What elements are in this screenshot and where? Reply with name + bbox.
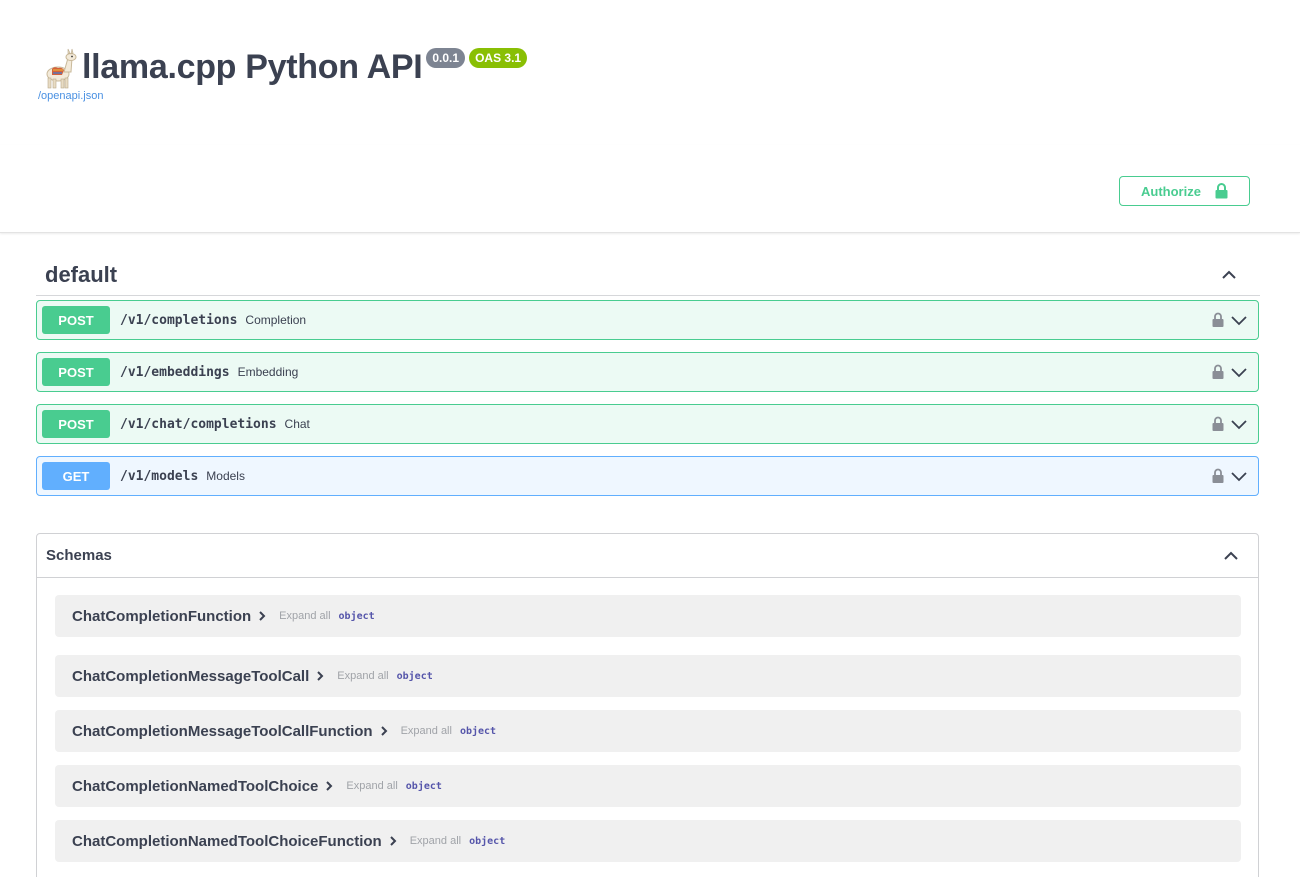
- page-title: llama.cpp Python API: [82, 48, 423, 86]
- operation-post-completions[interactable]: POST /v1/completions Completion: [36, 300, 1259, 340]
- operation-summary: Models: [206, 469, 245, 483]
- method-badge: POST: [42, 410, 110, 438]
- tag-title: default: [45, 261, 118, 287]
- tag-section-header[interactable]: default: [36, 254, 1260, 296]
- schema-name: ChatCompletionNamedToolChoiceFunction: [72, 832, 382, 850]
- lock-icon[interactable]: [1212, 312, 1224, 328]
- operation-path: /v1/embeddings: [120, 364, 230, 380]
- operation-summary: Completion: [245, 313, 307, 327]
- schema-type: object: [469, 835, 506, 847]
- schema-item[interactable]: ChatCompletionNamedToolChoice Expand all…: [55, 765, 1241, 807]
- schema-item[interactable]: ChatCompletionMessageToolCallFunction Ex…: [55, 710, 1241, 752]
- chevron-down-icon[interactable]: [1230, 415, 1248, 433]
- operation-post-chat-completions[interactable]: POST /v1/chat/completions Chat: [36, 404, 1259, 444]
- schemas-header[interactable]: Schemas: [37, 534, 1258, 578]
- operation-summary: Chat: [284, 417, 310, 431]
- chevron-right-icon[interactable]: [388, 835, 398, 847]
- operation-path: /v1/models: [120, 468, 199, 484]
- authorize-label: Authorize: [1141, 183, 1201, 199]
- schema-type: object: [459, 725, 497, 737]
- schemas-section: Schemas ChatCompletionFunction Expand al…: [36, 533, 1259, 877]
- chevron-right-icon[interactable]: [324, 780, 334, 792]
- chevron-right-icon[interactable]: [379, 725, 389, 737]
- schema-item[interactable]: ChatCompletionMessageToolCall Expand all…: [55, 655, 1241, 697]
- method-badge: POST: [42, 306, 110, 334]
- method-badge: GET: [42, 462, 110, 490]
- schema-item[interactable]: ChatCompletionNamedToolChoiceFunction Ex…: [55, 820, 1241, 862]
- scheme-container: [0, 145, 1300, 233]
- operation-path: /v1/completions: [120, 312, 238, 328]
- llama-icon: [46, 48, 77, 89]
- lock-icon: [1215, 183, 1228, 199]
- expand-all-toggle[interactable]: Expand all: [279, 610, 330, 622]
- authorize-button[interactable]: Authorize: [1119, 176, 1250, 206]
- schema-type: object: [405, 780, 442, 792]
- title-row: llama.cpp Python API 0.0.1 OAS 3.1: [38, 44, 528, 90]
- api-info: llama.cpp Python API 0.0.1 OAS 3.1 /open…: [38, 44, 528, 102]
- schema-name: ChatCompletionNamedToolChoice: [72, 777, 319, 795]
- lock-icon[interactable]: [1212, 364, 1224, 380]
- chevron-up-icon[interactable]: [1222, 547, 1240, 565]
- schema-name: ChatCompletionMessageToolCallFunction: [72, 722, 373, 740]
- operation-get-models[interactable]: GET /v1/models Models: [36, 456, 1259, 496]
- schemas-title: Schemas: [46, 547, 112, 564]
- expand-all-toggle[interactable]: Expand all: [410, 835, 461, 847]
- expand-all-toggle[interactable]: Expand all: [346, 780, 397, 792]
- schema-type: object: [396, 670, 433, 682]
- operation-post-embeddings[interactable]: POST /v1/embeddings Embedding: [36, 352, 1259, 392]
- operation-path: /v1/chat/completions: [120, 416, 277, 432]
- chevron-right-icon[interactable]: [315, 670, 325, 682]
- openapi-spec-link[interactable]: /openapi.json: [38, 90, 527, 102]
- schema-name: ChatCompletionMessageToolCall: [72, 667, 310, 685]
- chevron-down-icon[interactable]: [1230, 467, 1248, 485]
- chevron-up-icon[interactable]: [1220, 266, 1238, 284]
- schema-item[interactable]: ChatCompletionFunction Expand all object: [55, 595, 1241, 637]
- operation-summary: Embedding: [237, 365, 299, 379]
- expand-all-toggle[interactable]: Expand all: [337, 670, 388, 682]
- lock-icon[interactable]: [1212, 416, 1224, 432]
- lock-icon[interactable]: [1212, 468, 1224, 484]
- method-badge: POST: [42, 358, 110, 386]
- schema-name: ChatCompletionFunction: [72, 607, 252, 625]
- expand-all-toggle[interactable]: Expand all: [401, 725, 452, 737]
- version-badge: 0.0.1: [426, 48, 466, 68]
- chevron-right-icon[interactable]: [257, 610, 267, 622]
- schema-type: object: [338, 610, 375, 622]
- chevron-down-icon[interactable]: [1230, 311, 1248, 329]
- chevron-down-icon[interactable]: [1230, 363, 1248, 381]
- oas-badge: OAS 3.1: [469, 48, 528, 68]
